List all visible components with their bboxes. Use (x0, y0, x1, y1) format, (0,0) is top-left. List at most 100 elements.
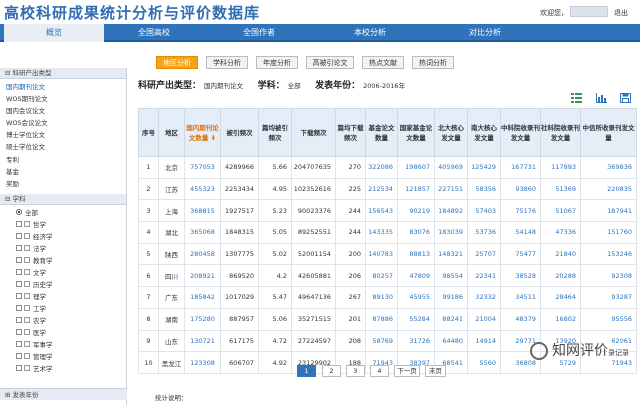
tab-subject-analysis[interactable]: 学科分析 (206, 56, 248, 69)
logout-link[interactable]: 退出 (614, 8, 628, 18)
tab-highly-cited[interactable]: 高被引论文 (306, 56, 354, 69)
col-header-avg-downloads[interactable]: 篇均下载频次 (335, 108, 366, 157)
bar-chart-icon[interactable] (596, 93, 607, 103)
subject-item-literature[interactable]: 文学 (16, 267, 126, 279)
col-header-cas-journals[interactable]: 中科院收录刊发文量 (500, 108, 541, 157)
subject-item-medicine[interactable]: 医学 (16, 327, 126, 339)
journal-count-link[interactable]: 130721 (184, 329, 221, 353)
col-header-avg-citations[interactable]: 篇均被引频次 (258, 108, 292, 157)
subject-item-agriculture[interactable]: 农学 (16, 315, 126, 327)
journal-count-link[interactable]: 368815 (184, 199, 221, 223)
journal-count-link[interactable]: 365068 (184, 221, 221, 244)
page-2-button[interactable]: 2 (322, 365, 341, 377)
page-1-button[interactable]: 1 (297, 365, 316, 377)
output-item-master-thesis[interactable]: 硕士学位论文 (6, 141, 126, 153)
checkbox-icon[interactable] (24, 340, 30, 347)
checkbox-icon[interactable] (24, 352, 30, 359)
output-item-fund[interactable]: 基金 (6, 166, 126, 178)
page-3-button[interactable]: 3 (346, 365, 365, 377)
expand-icon[interactable] (16, 232, 22, 239)
expand-icon[interactable] (16, 340, 22, 347)
output-item-phd-thesis[interactable]: 博士学位论文 (6, 129, 126, 141)
subject-item-philosophy[interactable]: 哲学 (16, 219, 126, 231)
tab-region-analysis[interactable]: 地区分析 (156, 56, 198, 69)
journal-count-link[interactable]: 175280 (184, 307, 221, 331)
expand-icon[interactable] (16, 244, 22, 251)
checkbox-icon[interactable] (24, 280, 30, 287)
expand-icon[interactable] (16, 292, 22, 299)
tab-hot-words[interactable]: 热词分析 (412, 56, 454, 69)
next-page-button[interactable]: 下一页 (394, 365, 420, 377)
table-view-icon[interactable] (571, 93, 582, 103)
checkbox-icon[interactable] (24, 328, 30, 335)
output-type-label: 科研产出类型： (138, 81, 202, 91)
output-type-section-header[interactable]: ⊟ 科研产出类型 (0, 68, 126, 79)
journal-count-link[interactable]: 208921 (184, 264, 221, 288)
subject-item-history[interactable]: 历史学 (16, 279, 126, 291)
table-cell: 1017029 (220, 286, 259, 309)
expand-icon[interactable] (16, 316, 22, 323)
journal-count-link[interactable]: 757053 (184, 156, 221, 179)
table-cell: 270 (335, 156, 366, 179)
region-cell: 湖南 (158, 307, 185, 331)
expand-icon[interactable] (16, 304, 22, 311)
subject-value: 全部 (287, 82, 301, 90)
col-header-citations[interactable]: 被引频次 (220, 108, 259, 157)
journal-count-link[interactable]: 185842 (184, 286, 221, 309)
col-header-cass-journals[interactable]: 社科院收录刊发文量 (540, 108, 581, 157)
col-header-downloads[interactable]: 下载频次 (291, 108, 336, 157)
col-header-national-fund-papers[interactable]: 国家基金论文数量 (397, 108, 435, 157)
expand-icon[interactable] (16, 280, 22, 287)
subject-item-management[interactable]: 管理学 (16, 351, 126, 363)
checkbox-icon[interactable] (24, 232, 30, 239)
nav-authors[interactable]: 全国作者 (204, 24, 314, 42)
nav-overview[interactable]: 概览 (4, 24, 104, 42)
checkbox-icon[interactable] (24, 268, 30, 275)
output-item-wos-journal[interactable]: WOS期刊论文 (6, 93, 126, 105)
journal-count-link[interactable]: 280458 (184, 242, 221, 266)
col-header-fund-papers[interactable]: 基金论文数量 (365, 108, 398, 157)
tab-year-analysis[interactable]: 年度分析 (256, 56, 298, 69)
subject-item-all[interactable]: 全部 (16, 207, 126, 219)
checkbox-icon[interactable] (24, 256, 30, 263)
subject-item-military[interactable]: 军事学 (16, 339, 126, 351)
output-item-award[interactable]: 奖励 (6, 178, 126, 190)
subject-item-engineering[interactable]: 工学 (16, 303, 126, 315)
journal-count-link[interactable]: 455323 (184, 177, 221, 201)
expand-icon[interactable] (16, 352, 22, 359)
col-header-journal-count[interactable]: 国内期刊论文数量 ⬇ (184, 108, 221, 157)
last-page-button[interactable]: 末页 (425, 365, 446, 377)
subject-item-education[interactable]: 教育学 (16, 255, 126, 267)
subject-item-economics[interactable]: 经济学 (16, 231, 126, 243)
expand-icon[interactable] (16, 268, 22, 275)
nav-compare-analysis[interactable]: 对比分析 (426, 24, 544, 42)
table-row: 7 广东 185842 1017029 5.47 49647136 267 89130 4595… (138, 286, 637, 309)
checkbox-icon[interactable] (24, 244, 30, 251)
col-header-istic-journals[interactable]: 中信所收录刊发文量 (580, 108, 637, 157)
checkbox-icon[interactable] (24, 316, 30, 323)
output-item-wos-conference[interactable]: WOS会议论文 (6, 117, 126, 129)
tab-hot-papers[interactable]: 热点文献 (362, 56, 404, 69)
subject-section-header[interactable]: ⊟ 学科 (0, 193, 126, 205)
checkbox-icon[interactable] (24, 220, 30, 227)
page-4-button[interactable]: 4 (370, 365, 389, 377)
checkbox-icon[interactable] (24, 292, 30, 299)
save-icon[interactable] (620, 93, 631, 103)
col-header-pku-core[interactable]: 北大核心发文量 (434, 108, 468, 157)
nav-universities[interactable]: 全国高校 (104, 24, 204, 42)
nav-school-analysis[interactable]: 本校分析 (314, 24, 426, 42)
filter-summary: 科研产出类型： 国内期刊论文 学科： 全部 发表年份： 2006-2016年 (138, 78, 417, 91)
expand-icon[interactable] (16, 220, 22, 227)
checkbox-icon[interactable] (24, 304, 30, 311)
year-section-header[interactable]: ⊞ 发表年份 (0, 388, 127, 400)
table-cell: 80257 (365, 264, 398, 288)
subject-item-law[interactable]: 法学 (16, 243, 126, 255)
output-item-domestic-conference[interactable]: 国内会议论文 (6, 105, 126, 117)
output-item-patent[interactable]: 专利 (6, 154, 126, 166)
expand-icon[interactable] (16, 328, 22, 335)
expand-icon[interactable] (16, 256, 22, 263)
output-item-domestic-journal[interactable]: 国内期刊论文 (6, 81, 126, 93)
col-header-nju-core[interactable]: 南大核心发文量 (467, 108, 501, 157)
subject-item-science[interactable]: 理学 (16, 291, 126, 303)
table-cell: 5.02 (258, 242, 292, 266)
